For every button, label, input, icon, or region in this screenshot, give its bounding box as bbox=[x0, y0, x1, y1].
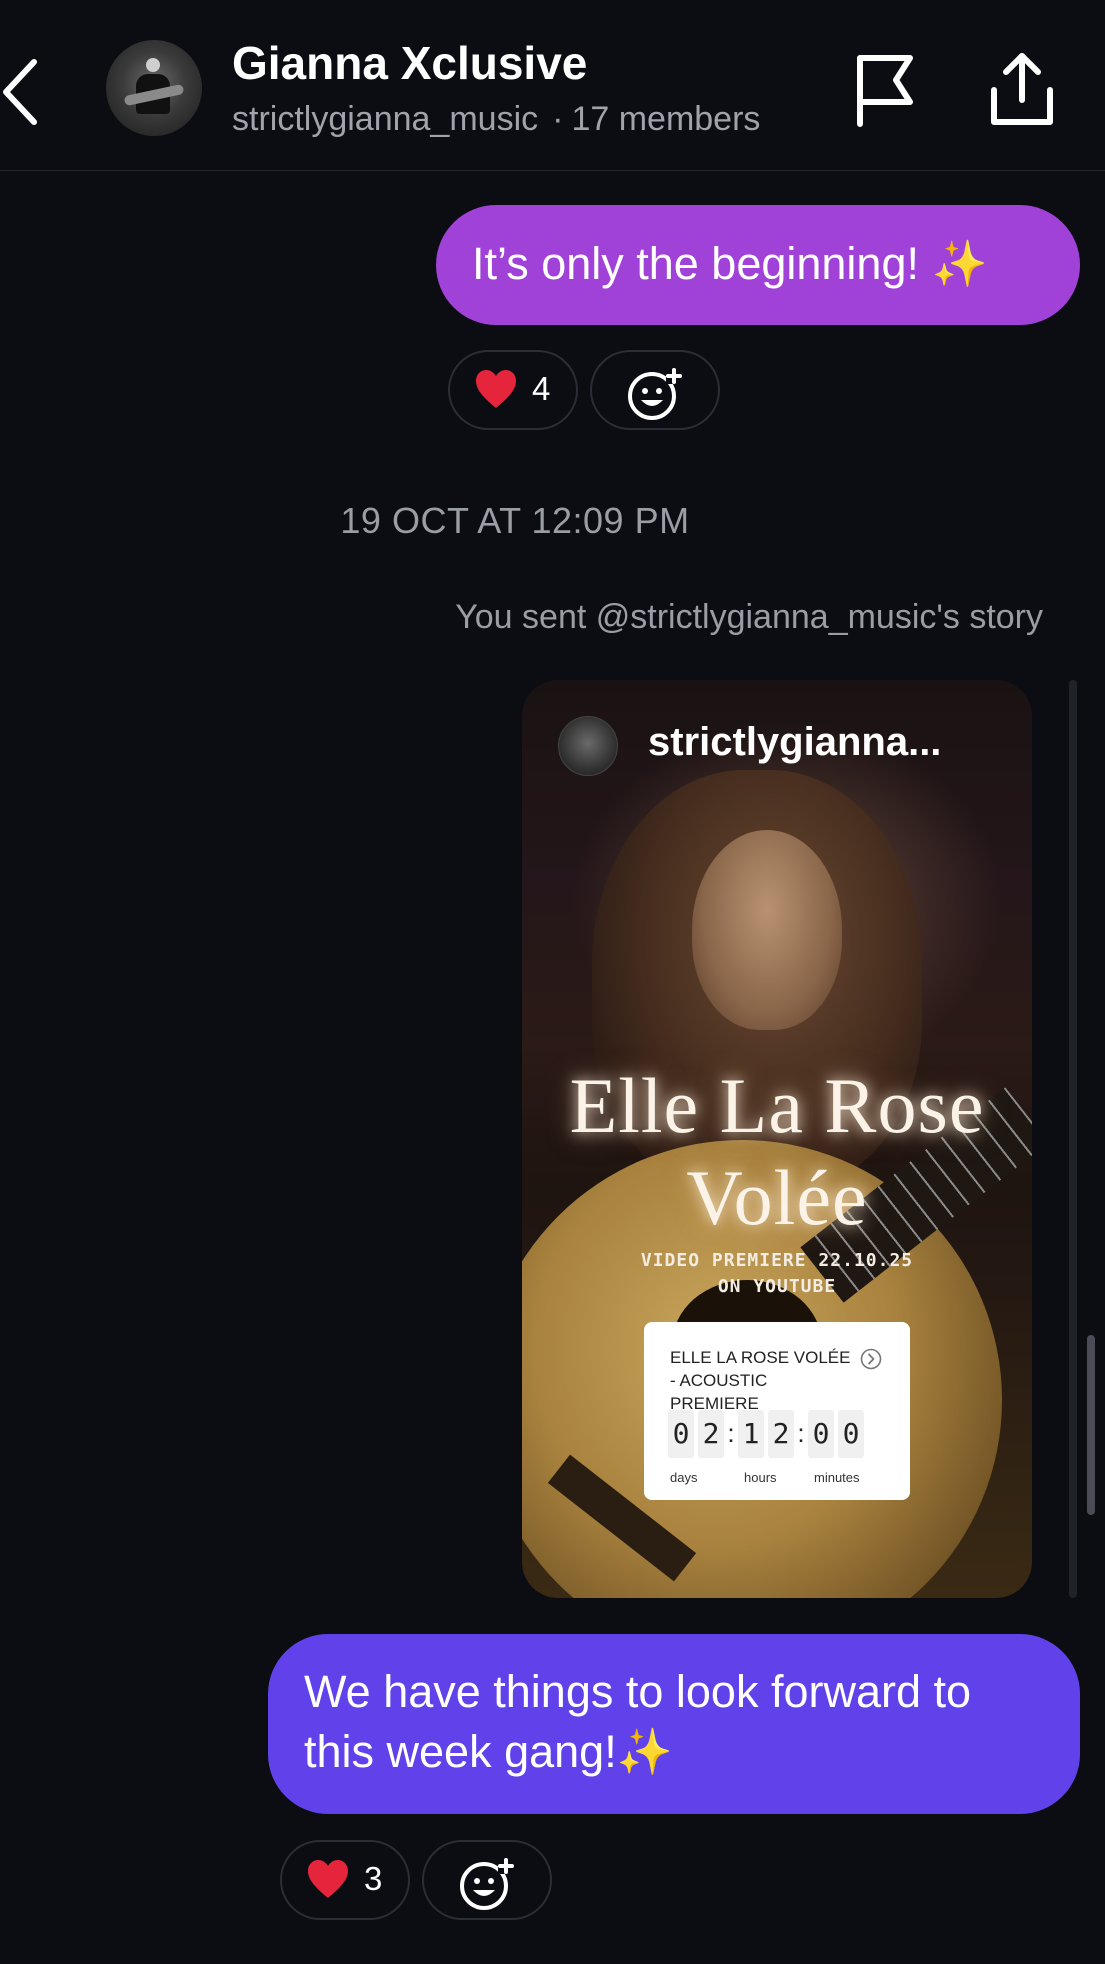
countdown-label-hours: hours bbox=[744, 1470, 777, 1485]
reaction-pill[interactable]: 4 bbox=[448, 350, 578, 430]
message-bubble[interactable]: It’s only the beginning! ✨ bbox=[436, 205, 1080, 325]
story-author-avatar bbox=[558, 716, 618, 776]
story-photo-face bbox=[692, 830, 842, 1030]
story-title-line2: Volée bbox=[686, 1154, 868, 1241]
countdown-digit: 2 bbox=[768, 1410, 794, 1458]
chat-header: Gianna Xclusive strictlygianna_music · 17 … bbox=[0, 0, 1105, 171]
chevron-right-circle-icon[interactable] bbox=[860, 1348, 882, 1370]
reaction-count: 4 bbox=[532, 370, 551, 407]
page-scrollbar[interactable] bbox=[1087, 1335, 1095, 1515]
shared-story-card[interactable]: strictlygianna... Elle La Rose Volée VID… bbox=[522, 680, 1032, 1598]
countdown-digit: 0 bbox=[808, 1410, 834, 1458]
story-author-name: strictlygianna... bbox=[648, 720, 942, 764]
countdown-title: ELLE LA ROSE VOLÉE - ACOUSTIC PREMIERE bbox=[670, 1348, 851, 1413]
countdown-digit: 0 bbox=[668, 1410, 694, 1458]
heart-icon bbox=[308, 1860, 348, 1898]
countdown-sticker[interactable]: ELLE LA ROSE VOLÉE - ACOUSTIC PREMIERE 0… bbox=[644, 1322, 910, 1500]
story-title: Elle La Rose Volée bbox=[522, 1060, 1032, 1244]
countdown-colon: : bbox=[797, 1418, 805, 1448]
countdown-digit: 1 bbox=[738, 1410, 764, 1458]
group-avatar[interactable] bbox=[106, 40, 202, 136]
chat-subtitle[interactable]: strictlygianna_music · 17 members bbox=[232, 100, 760, 139]
share-icon[interactable] bbox=[988, 50, 1056, 128]
subtitle-separator: · bbox=[552, 100, 564, 138]
member-count: 17 members bbox=[571, 100, 761, 138]
message-bubble[interactable]: We have things to look forward to this w… bbox=[268, 1634, 1080, 1814]
countdown-digit: 2 bbox=[698, 1410, 724, 1458]
reaction-pill[interactable]: 3 bbox=[280, 1840, 410, 1920]
countdown-digit: 0 bbox=[838, 1410, 864, 1458]
add-reaction-icon bbox=[460, 1858, 514, 1910]
chevron-left-icon[interactable] bbox=[0, 52, 50, 132]
reaction-count: 3 bbox=[364, 1860, 383, 1897]
countdown-label-minutes: minutes bbox=[814, 1470, 860, 1485]
story-premiere-text: VIDEO PREMIERE 22.10.25 ON YOUTUBE bbox=[522, 1248, 1032, 1300]
message-timestamp: 19 OCT AT 12:09 PM bbox=[340, 500, 690, 541]
add-reaction-icon bbox=[628, 368, 682, 420]
chat-username: strictlygianna_music bbox=[232, 100, 539, 138]
flag-icon[interactable] bbox=[852, 50, 918, 128]
countdown-label-days: days bbox=[670, 1470, 698, 1485]
premiere-line1: VIDEO PREMIERE 22.10.25 bbox=[640, 1250, 914, 1271]
story-title-line1: Elle La Rose bbox=[569, 1062, 985, 1149]
heart-icon bbox=[476, 370, 516, 408]
story-share-note: You sent @strictlygianna_music's story bbox=[455, 598, 1043, 636]
add-reaction-button[interactable] bbox=[422, 1840, 552, 1920]
chat-title[interactable]: Gianna Xclusive bbox=[232, 36, 587, 90]
premiere-line2: ON YOUTUBE bbox=[717, 1276, 837, 1297]
countdown-colon: : bbox=[727, 1418, 735, 1448]
add-reaction-button[interactable] bbox=[590, 350, 720, 430]
story-scroll-track bbox=[1069, 680, 1077, 1598]
